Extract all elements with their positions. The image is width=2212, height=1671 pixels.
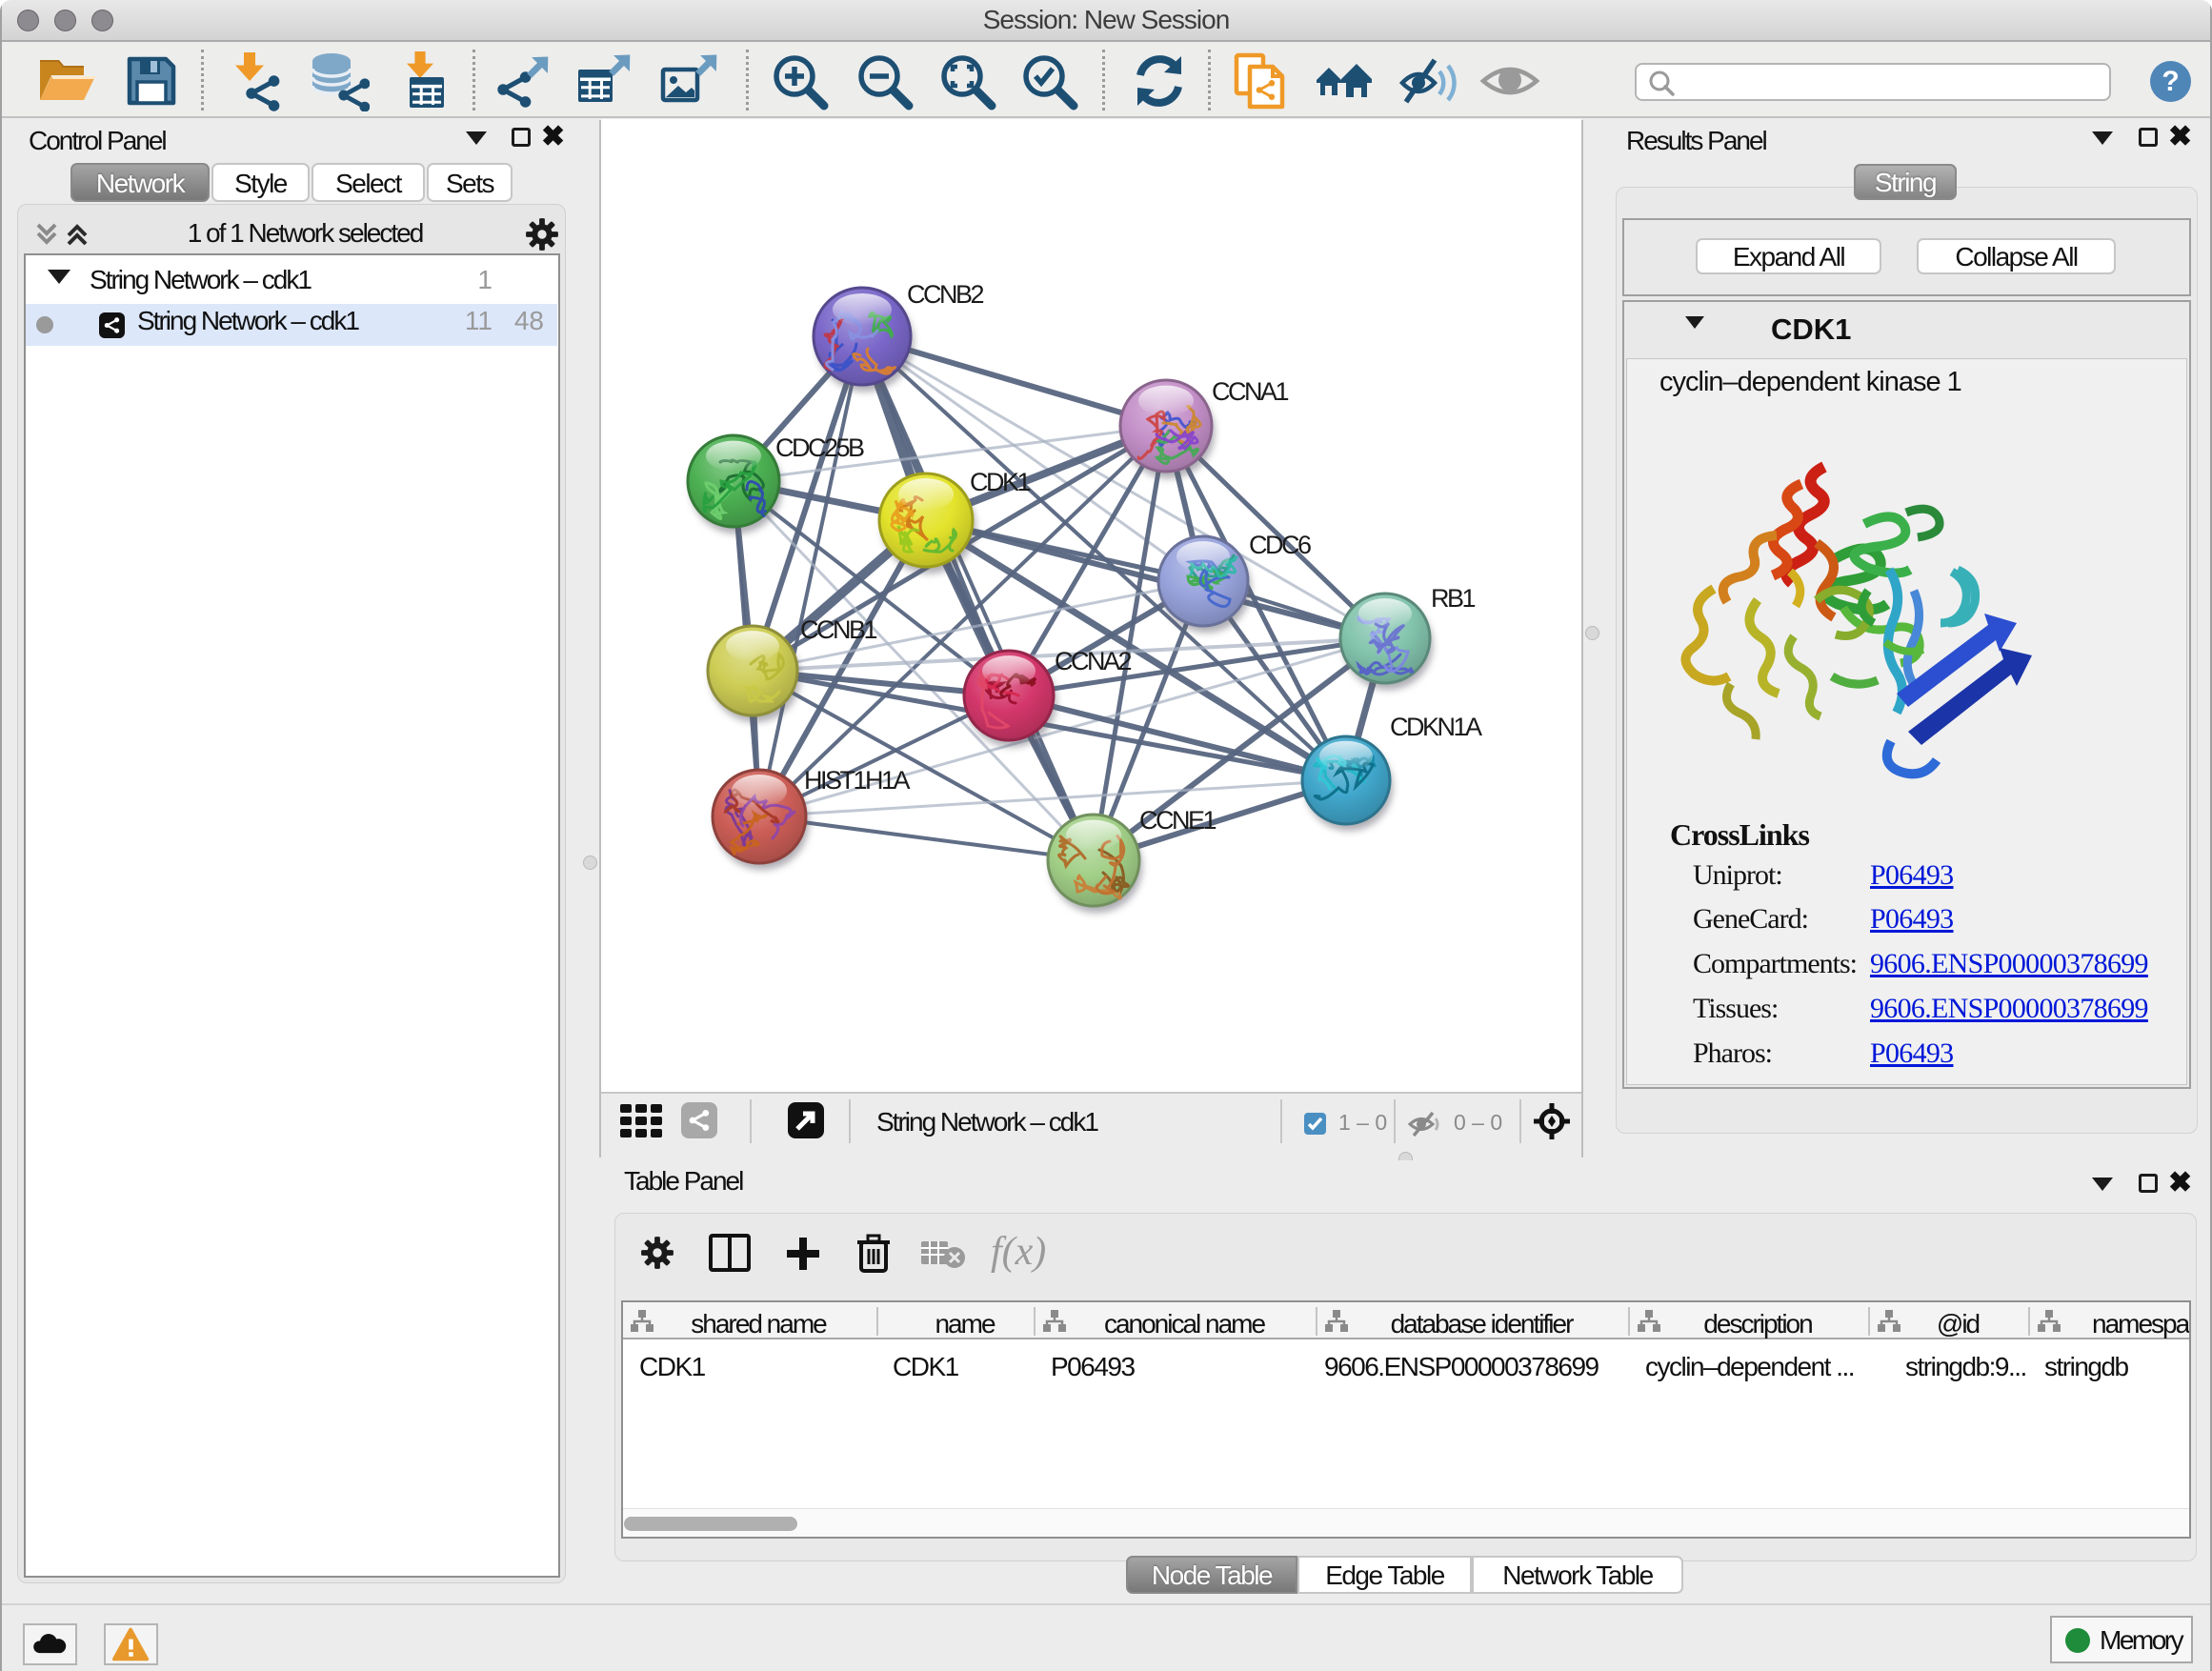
svg-text:CDC6: CDC6 — [1249, 531, 1311, 559]
svg-text:CDK1: CDK1 — [970, 468, 1031, 496]
svg-text:CDC25B: CDC25B — [775, 433, 864, 462]
svg-text:RB1: RB1 — [1431, 584, 1476, 613]
svg-text:CCNB2: CCNB2 — [907, 280, 984, 309]
svg-text:CCNE1: CCNE1 — [1139, 806, 1217, 835]
svg-text:CCNA1: CCNA1 — [1212, 377, 1289, 406]
svg-text:CCNA2: CCNA2 — [1055, 647, 1132, 675]
svg-text:HIST1H1A: HIST1H1A — [804, 766, 911, 795]
svg-text:CCNB1: CCNB1 — [800, 615, 877, 644]
svg-text:CDKN1A: CDKN1A — [1390, 713, 1482, 741]
